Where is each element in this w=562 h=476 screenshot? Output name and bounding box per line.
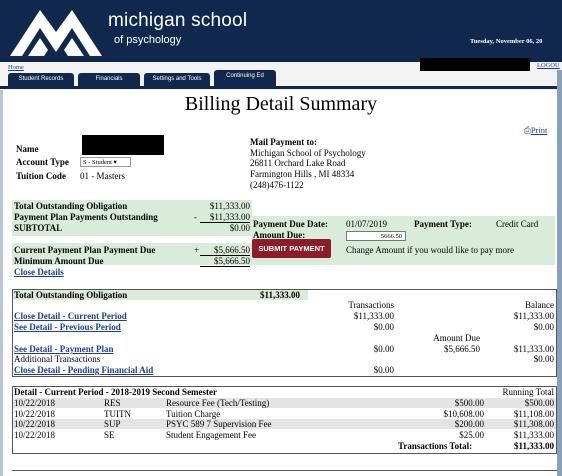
tab-student-records[interactable]: Student Records: [8, 73, 74, 86]
detail-header: Detail - Current Period - 2018-2019 Seco…: [14, 387, 218, 397]
detail-amount: $200.00: [454, 419, 484, 429]
account-type-select[interactable]: S - Student ▾: [80, 157, 131, 167]
print-link[interactable]: ⎙Print: [524, 125, 547, 136]
left-border: [0, 90, 3, 476]
obligation-row-payment-plan[interactable]: See Detail - Payment Plan: [14, 344, 113, 354]
payment-type-value: Credit Card: [496, 219, 539, 229]
detail-code: SUP: [104, 419, 121, 429]
detail-desc: Student Engagement Fee: [166, 430, 256, 440]
detail-desc: PSYC 589 7 Supervision Fee: [166, 419, 272, 429]
row-aid-transactions: $0.00: [373, 365, 394, 375]
total-obligation-value: $11,333.00: [209, 201, 250, 211]
print-label: Print: [530, 125, 548, 135]
site-header: michigan school of psychology Tuesday, N…: [0, 0, 562, 62]
total-obligation-label: Total Outstanding Obligation: [14, 201, 128, 211]
detail-amount: $25.00: [459, 430, 484, 440]
tab-continuing-ed[interactable]: Continuing Ed: [214, 70, 276, 86]
row-previous-balance: $0.00: [533, 322, 554, 332]
close-details-link[interactable]: Close Details: [14, 267, 64, 277]
col-transactions: Transactions: [348, 300, 394, 310]
row-plan-amount-due: $5,666.50: [444, 344, 480, 354]
transactions-total-value: $11,333.00: [513, 441, 554, 451]
tab-rule: [0, 86, 562, 89]
mail-label: Mail Payment to:: [250, 137, 317, 147]
minimum-due-value: $5,666.50: [200, 256, 250, 267]
plan-sign: -: [194, 212, 197, 222]
obligation-row-additional: Additional Transactions: [14, 354, 101, 364]
plan-outstanding-value: $11,333.00: [200, 212, 250, 223]
due-date-value: 01/07/2019: [346, 219, 388, 229]
detail-date: 10/22/2018: [14, 419, 56, 429]
current-sign: +: [194, 245, 200, 255]
current-due-value: $5,666.50: [200, 245, 250, 256]
change-amount-note: Change Amount if you would like to pay m…: [346, 245, 514, 255]
mail-line2: 26811 Orchard Lake Road: [250, 158, 346, 168]
home-link[interactable]: Home: [8, 64, 24, 71]
minimum-due-label: Minimum Amount Due: [14, 256, 104, 266]
tab-settings-tools[interactable]: Settings and Tools: [144, 73, 210, 86]
header-date: Tuesday, November 06, 20: [470, 38, 543, 45]
redacted-user: [420, 58, 530, 71]
plan-outstanding-label: Payment Plan Payments Outstanding: [14, 212, 158, 222]
submit-payment-button[interactable]: SUBMIT PAYMENT: [252, 239, 331, 258]
row-previous-transactions: $0.00: [373, 322, 394, 332]
detail-date: 10/22/2018: [14, 409, 56, 419]
row-additional-balance: $0.00: [533, 354, 554, 364]
col-balance: Balance: [525, 300, 554, 310]
mail-line4: (248)476-1122: [250, 180, 304, 190]
due-date-label: Payment Due Date:: [253, 219, 328, 229]
col-amount-due: Amount Due: [433, 333, 480, 343]
page-title: Billing Detail Summary: [184, 93, 378, 115]
redacted-name: [82, 135, 164, 155]
obligation-row-current[interactable]: Close Detail - Current Period: [14, 311, 127, 321]
account-type-value: S - Student: [83, 159, 112, 166]
row-plan-balance: $11,333.00: [513, 344, 554, 354]
school-logo-icon: [10, 10, 102, 56]
tab-financials[interactable]: Financials: [78, 73, 140, 86]
subtotal-label: SUBTOTAL: [14, 223, 63, 233]
detail-amount: $500.00: [454, 398, 484, 408]
brand-subtitle: of psychology: [114, 34, 182, 46]
amount-due-input[interactable]: 5666.50: [346, 231, 406, 241]
name-label: Name: [16, 144, 39, 154]
logout-link[interactable]: LOGOU: [537, 62, 560, 69]
detail-amount: $10,608.00: [443, 409, 485, 419]
obligation-header-value: $11,333.00: [260, 290, 301, 300]
running-total-header: Running Total: [502, 387, 554, 397]
detail-running: $11,333.00: [513, 430, 554, 440]
subtotal-value: $0.00: [229, 223, 250, 233]
footer-divider: [12, 470, 557, 471]
detail-running: $500.00: [524, 398, 554, 408]
detail-code: SE: [104, 430, 115, 440]
payment-type-label: Payment Type:: [414, 219, 472, 229]
printer-icon: ⎙: [524, 125, 531, 135]
row-current-transactions: $11,333.00: [353, 311, 394, 321]
current-due-label: Current Payment Plan Payment Due: [14, 245, 156, 255]
row-plan-transactions: $0.00: [373, 344, 394, 354]
detail-date: 10/22/2018: [14, 430, 56, 440]
transactions-total-label: Transactions Total:: [398, 441, 473, 451]
detail-desc: Tuition Charge: [166, 409, 221, 419]
right-border: [557, 70, 562, 476]
detail-running: $11,108.00: [513, 409, 554, 419]
mail-line1: Michigan School of Psychology: [250, 148, 366, 158]
detail-code: TUITN: [104, 409, 131, 419]
obligation-header-label: Total Outstanding Obligation: [14, 290, 128, 300]
account-type-label: Account Type: [16, 157, 69, 167]
detail-running: $11,308.00: [513, 419, 554, 429]
detail-code: RES: [104, 398, 121, 408]
chevron-down-icon: ▾: [113, 159, 117, 166]
tuition-code-value: 01 - Masters: [80, 171, 125, 181]
detail-date: 10/22/2018: [14, 398, 56, 408]
obligation-row-previous[interactable]: See Detail - Previous Period: [14, 322, 121, 332]
row-current-balance: $11,333.00: [513, 311, 554, 321]
brand-name: michigan school: [108, 10, 248, 31]
mail-line3: Farmington Hills , MI 48334: [250, 169, 355, 179]
obligation-row-financial-aid[interactable]: Close Detail - Pending Financial Aid: [14, 365, 153, 375]
tuition-code-label: Tuition Code: [16, 171, 66, 181]
detail-desc: Resource Fee (Tech/Testing): [166, 398, 270, 408]
